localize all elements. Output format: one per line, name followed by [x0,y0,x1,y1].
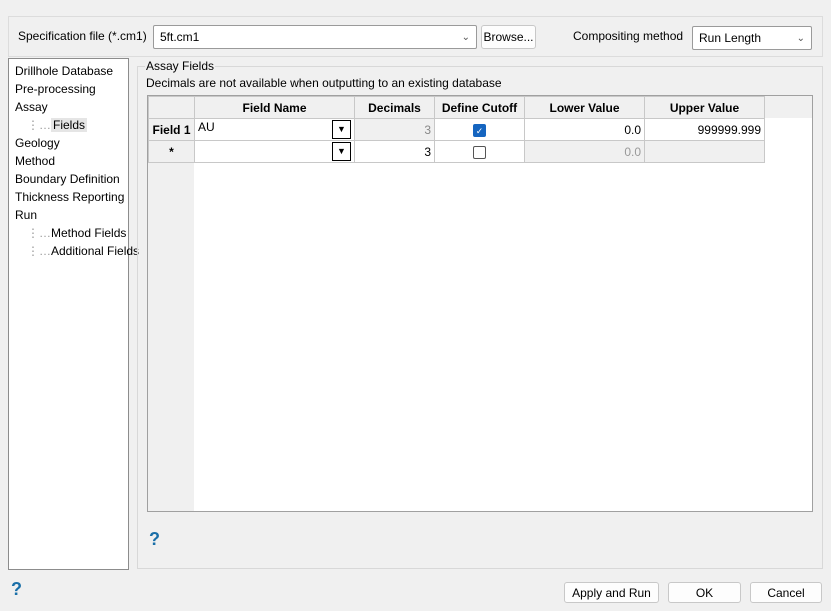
tree-item-run[interactable]: Run [15,206,128,224]
table-row: * ▼ 3 0.0 [148,140,765,163]
decimals-note: Decimals are not available when outputti… [146,76,502,90]
tree-item-method-fields-label: Method Fields [51,226,127,240]
dropdown-arrow-icon[interactable]: ▼ [332,120,351,139]
field-name-value: AU [198,120,215,134]
spec-file-value: 5ft.cm1 [160,30,200,44]
spec-file-combo[interactable]: 5ft.cm1 ⌄ [153,25,477,49]
navigation-tree: Drillhole Database Pre-processing Assay … [8,58,139,570]
field-name-cell[interactable]: AU ▼ [194,118,355,141]
spec-file-label: Specification file (*.cm1) [18,29,147,43]
dropdown-arrow-icon[interactable]: ▼ [332,142,351,161]
assay-fields-grid: Field Name Decimals Define Cutoff Lower … [147,95,813,512]
tree-item-fields-label: Fields [51,118,88,132]
tree-item-thickness-reporting[interactable]: Thickness Reporting [15,188,128,206]
tree-item-assay[interactable]: Assay [15,98,128,116]
chevron-down-icon: ⌄ [796,32,805,44]
upper-value-cell[interactable]: 999999.999 [644,118,765,141]
row-header[interactable]: Field 1 [148,118,195,141]
tree-item-pre-processing[interactable]: Pre-processing [15,80,128,98]
define-cutoff-cell[interactable]: ✓ [434,118,525,141]
lower-value-cell[interactable]: 0.0 [524,118,645,141]
compositing-method-select[interactable]: Run Length ⌄ [692,26,812,50]
row-header[interactable]: * [148,140,195,163]
field-name-cell[interactable]: ▼ [194,140,355,163]
corner-cell [148,96,195,119]
compositing-method-value: Run Length [699,31,762,45]
checkbox-checked[interactable]: ✓ [473,123,486,137]
tree-item-drillhole-database[interactable]: Drillhole Database [15,62,128,80]
tree-item-method-fields[interactable]: ⋮…Method Fields [15,224,128,242]
tree-item-geology[interactable]: Geology [15,134,128,152]
ok-button[interactable]: OK [668,582,741,603]
define-cutoff-cell[interactable] [434,140,525,163]
chevron-down-icon: ⌄ [461,31,470,43]
decimals-cell: 3 [354,118,435,141]
header-row: Field Name Decimals Define Cutoff Lower … [148,96,765,119]
decimals-cell[interactable]: 3 [354,140,435,163]
col-define-cutoff[interactable]: Define Cutoff [434,96,525,119]
tree-item-boundary-definition[interactable]: Boundary Definition [15,170,128,188]
cancel-button[interactable]: Cancel [750,582,822,603]
compositing-method-label: Compositing method [573,29,684,43]
tree-item-fields[interactable]: ⋮… Fields [15,116,128,134]
col-field-name[interactable]: Field Name [194,96,355,119]
tree-item-additional-fields-label: Additional Fields [51,244,140,258]
help-icon[interactable]: ? [11,579,22,600]
col-upper-value[interactable]: Upper Value [644,96,765,119]
upper-value-cell [644,140,765,163]
col-lower-value[interactable]: Lower Value [524,96,645,119]
browse-button[interactable]: Browse... [481,25,536,49]
group-title: Assay Fields [145,59,216,73]
lower-value-cell: 0.0 [524,140,645,163]
table-row: Field 1 AU ▼ 3 ✓ 0.0 999999.999 [148,118,765,141]
tree-item-method[interactable]: Method [15,152,128,170]
col-decimals[interactable]: Decimals [354,96,435,119]
apply-and-run-button[interactable]: Apply and Run [564,582,659,603]
checkbox-unchecked[interactable] [473,145,486,159]
help-icon[interactable]: ? [149,529,160,550]
tree-item-additional-fields[interactable]: ⋮…Additional Fields [15,242,139,260]
